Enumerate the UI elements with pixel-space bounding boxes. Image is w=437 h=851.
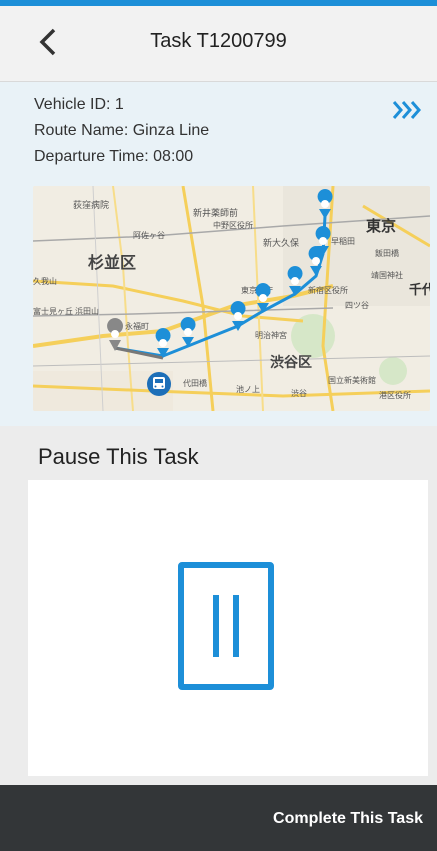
pause-icon <box>233 595 239 657</box>
map-label: 港区役所 <box>379 390 411 400</box>
map-label: 富士見ヶ丘 <box>33 306 73 316</box>
map-label: 国立新美術館 <box>328 375 376 385</box>
map-label: 浜田山 <box>75 306 99 316</box>
map-label: 新宿区役所 <box>308 285 348 295</box>
departure-time-text: Departure Time: 08:00 <box>34 148 194 165</box>
map-label: 渋谷区 <box>270 354 312 371</box>
header-bar: Task T1200799 <box>0 6 437 82</box>
pause-icon <box>213 595 219 657</box>
map-label: 東京 <box>366 217 396 235</box>
map-label: 中野区役所 <box>213 220 253 230</box>
map-label: 靖国神社 <box>371 270 403 280</box>
map-label: 早稲田 <box>331 236 355 246</box>
map-label: 荻窪病院 <box>73 199 109 211</box>
back-button[interactable] <box>28 22 68 62</box>
map-label: 阿佐ヶ谷 <box>133 230 165 240</box>
map-label: 飯田橋 <box>375 248 399 258</box>
map-label: 明治神宮 <box>255 330 287 340</box>
double-chevron-right-icon <box>392 101 421 119</box>
map-label: 池ノ上 <box>236 384 260 394</box>
bus-location-icon[interactable] <box>147 372 171 396</box>
expand-details-button[interactable] <box>390 96 426 124</box>
pause-section-title: Pause This Task <box>38 444 199 469</box>
map-label: 久我山 <box>33 276 57 286</box>
map-label: 杉並区 <box>88 253 136 272</box>
complete-task-button[interactable]: Complete This Task <box>267 799 429 839</box>
map-label: 代田橋 <box>183 378 207 388</box>
map-label: 新大久保 <box>263 237 299 249</box>
route-map[interactable]: 荻窪病院 新井薬師前 中野区役所 杉並区 東京 渋谷区 新大久保 阿佐ヶ谷 久我… <box>33 186 430 411</box>
chevron-left-icon <box>39 28 56 56</box>
map-label: 渋谷 <box>291 388 307 398</box>
map-label: 千代 <box>409 282 430 298</box>
footer-bar: Complete This Task <box>0 785 437 851</box>
pause-card <box>28 480 428 776</box>
page-title: Task T1200799 <box>150 30 287 52</box>
map-label: 新井薬師前 <box>193 207 238 219</box>
pause-button[interactable] <box>178 562 274 690</box>
route-name-text: Route Name: Ginza Line <box>34 122 210 139</box>
vehicle-id-text: Vehicle ID: 1 <box>34 96 124 113</box>
map-label: 四ツ谷 <box>345 301 369 310</box>
map-label: 永福町 <box>125 321 149 331</box>
